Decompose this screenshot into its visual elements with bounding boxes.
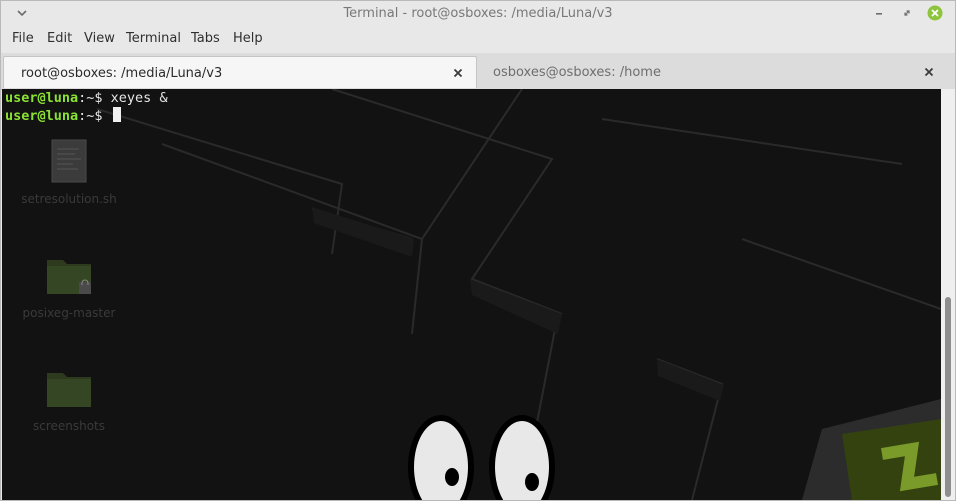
scrollbar-thumb[interactable] <box>945 297 951 497</box>
terminal-output[interactable]: setresolution.sh posixeg-master screensh… <box>2 89 941 500</box>
title-bar[interactable]: Terminal - root@osboxes: /media/Luna/v3 <box>1 1 955 26</box>
tab-label: osboxes@osboxes: /home <box>493 65 661 80</box>
minimize-icon[interactable] <box>871 5 887 21</box>
menu-edit[interactable]: Edit <box>47 31 72 46</box>
prompt-separator: :~$ <box>78 108 103 124</box>
tab-bar: root@osboxes: /media/Luna/v3 osboxes@osb… <box>1 53 955 90</box>
locked-folder-icon <box>47 260 91 294</box>
menu-file[interactable]: File <box>12 31 34 46</box>
terminal-window: Terminal - root@osboxes: /media/Luna/v3 … <box>0 0 956 501</box>
desktop-wallpaper <box>96 89 941 500</box>
close-tab-icon[interactable] <box>923 66 935 78</box>
desktop-icon-label: setresolution.sh <box>21 192 117 206</box>
terminal-line: user@luna:~$ <box>5 107 121 125</box>
menu-view[interactable]: View <box>84 31 115 46</box>
prompt-separator: :~$ <box>78 90 103 106</box>
tab-root-terminal[interactable]: root@osboxes: /media/Luna/v3 <box>3 56 477 88</box>
script-file-icon <box>51 139 87 183</box>
close-window-icon[interactable] <box>927 5 943 21</box>
menu-tabs[interactable]: Tabs <box>191 31 220 46</box>
command-text <box>103 108 111 124</box>
desktop-icon-label: posixeg-master <box>22 306 116 320</box>
prompt-user: user@luna <box>5 108 79 124</box>
terminal-scrollbar[interactable] <box>941 89 955 500</box>
menu-bar: File Edit View Terminal Tabs Help <box>1 26 955 53</box>
menu-help[interactable]: Help <box>233 31 263 46</box>
text-cursor <box>112 107 121 122</box>
tab-osboxes-home[interactable]: osboxes@osboxes: /home <box>479 56 951 88</box>
command-text: xeyes & <box>102 90 168 106</box>
close-tab-icon[interactable] <box>452 67 464 79</box>
folder-icon <box>47 373 91 407</box>
terminal-line: user@luna:~$ xeyes & <box>5 89 168 107</box>
maximize-icon[interactable] <box>899 5 915 21</box>
menu-terminal[interactable]: Terminal <box>126 31 181 46</box>
tab-label: root@osboxes: /media/Luna/v3 <box>21 66 223 81</box>
window-title: Terminal - root@osboxes: /media/Luna/v3 <box>343 6 613 21</box>
prompt-user: user@luna <box>5 90 79 106</box>
desktop-icon-label: screenshots <box>32 419 106 433</box>
